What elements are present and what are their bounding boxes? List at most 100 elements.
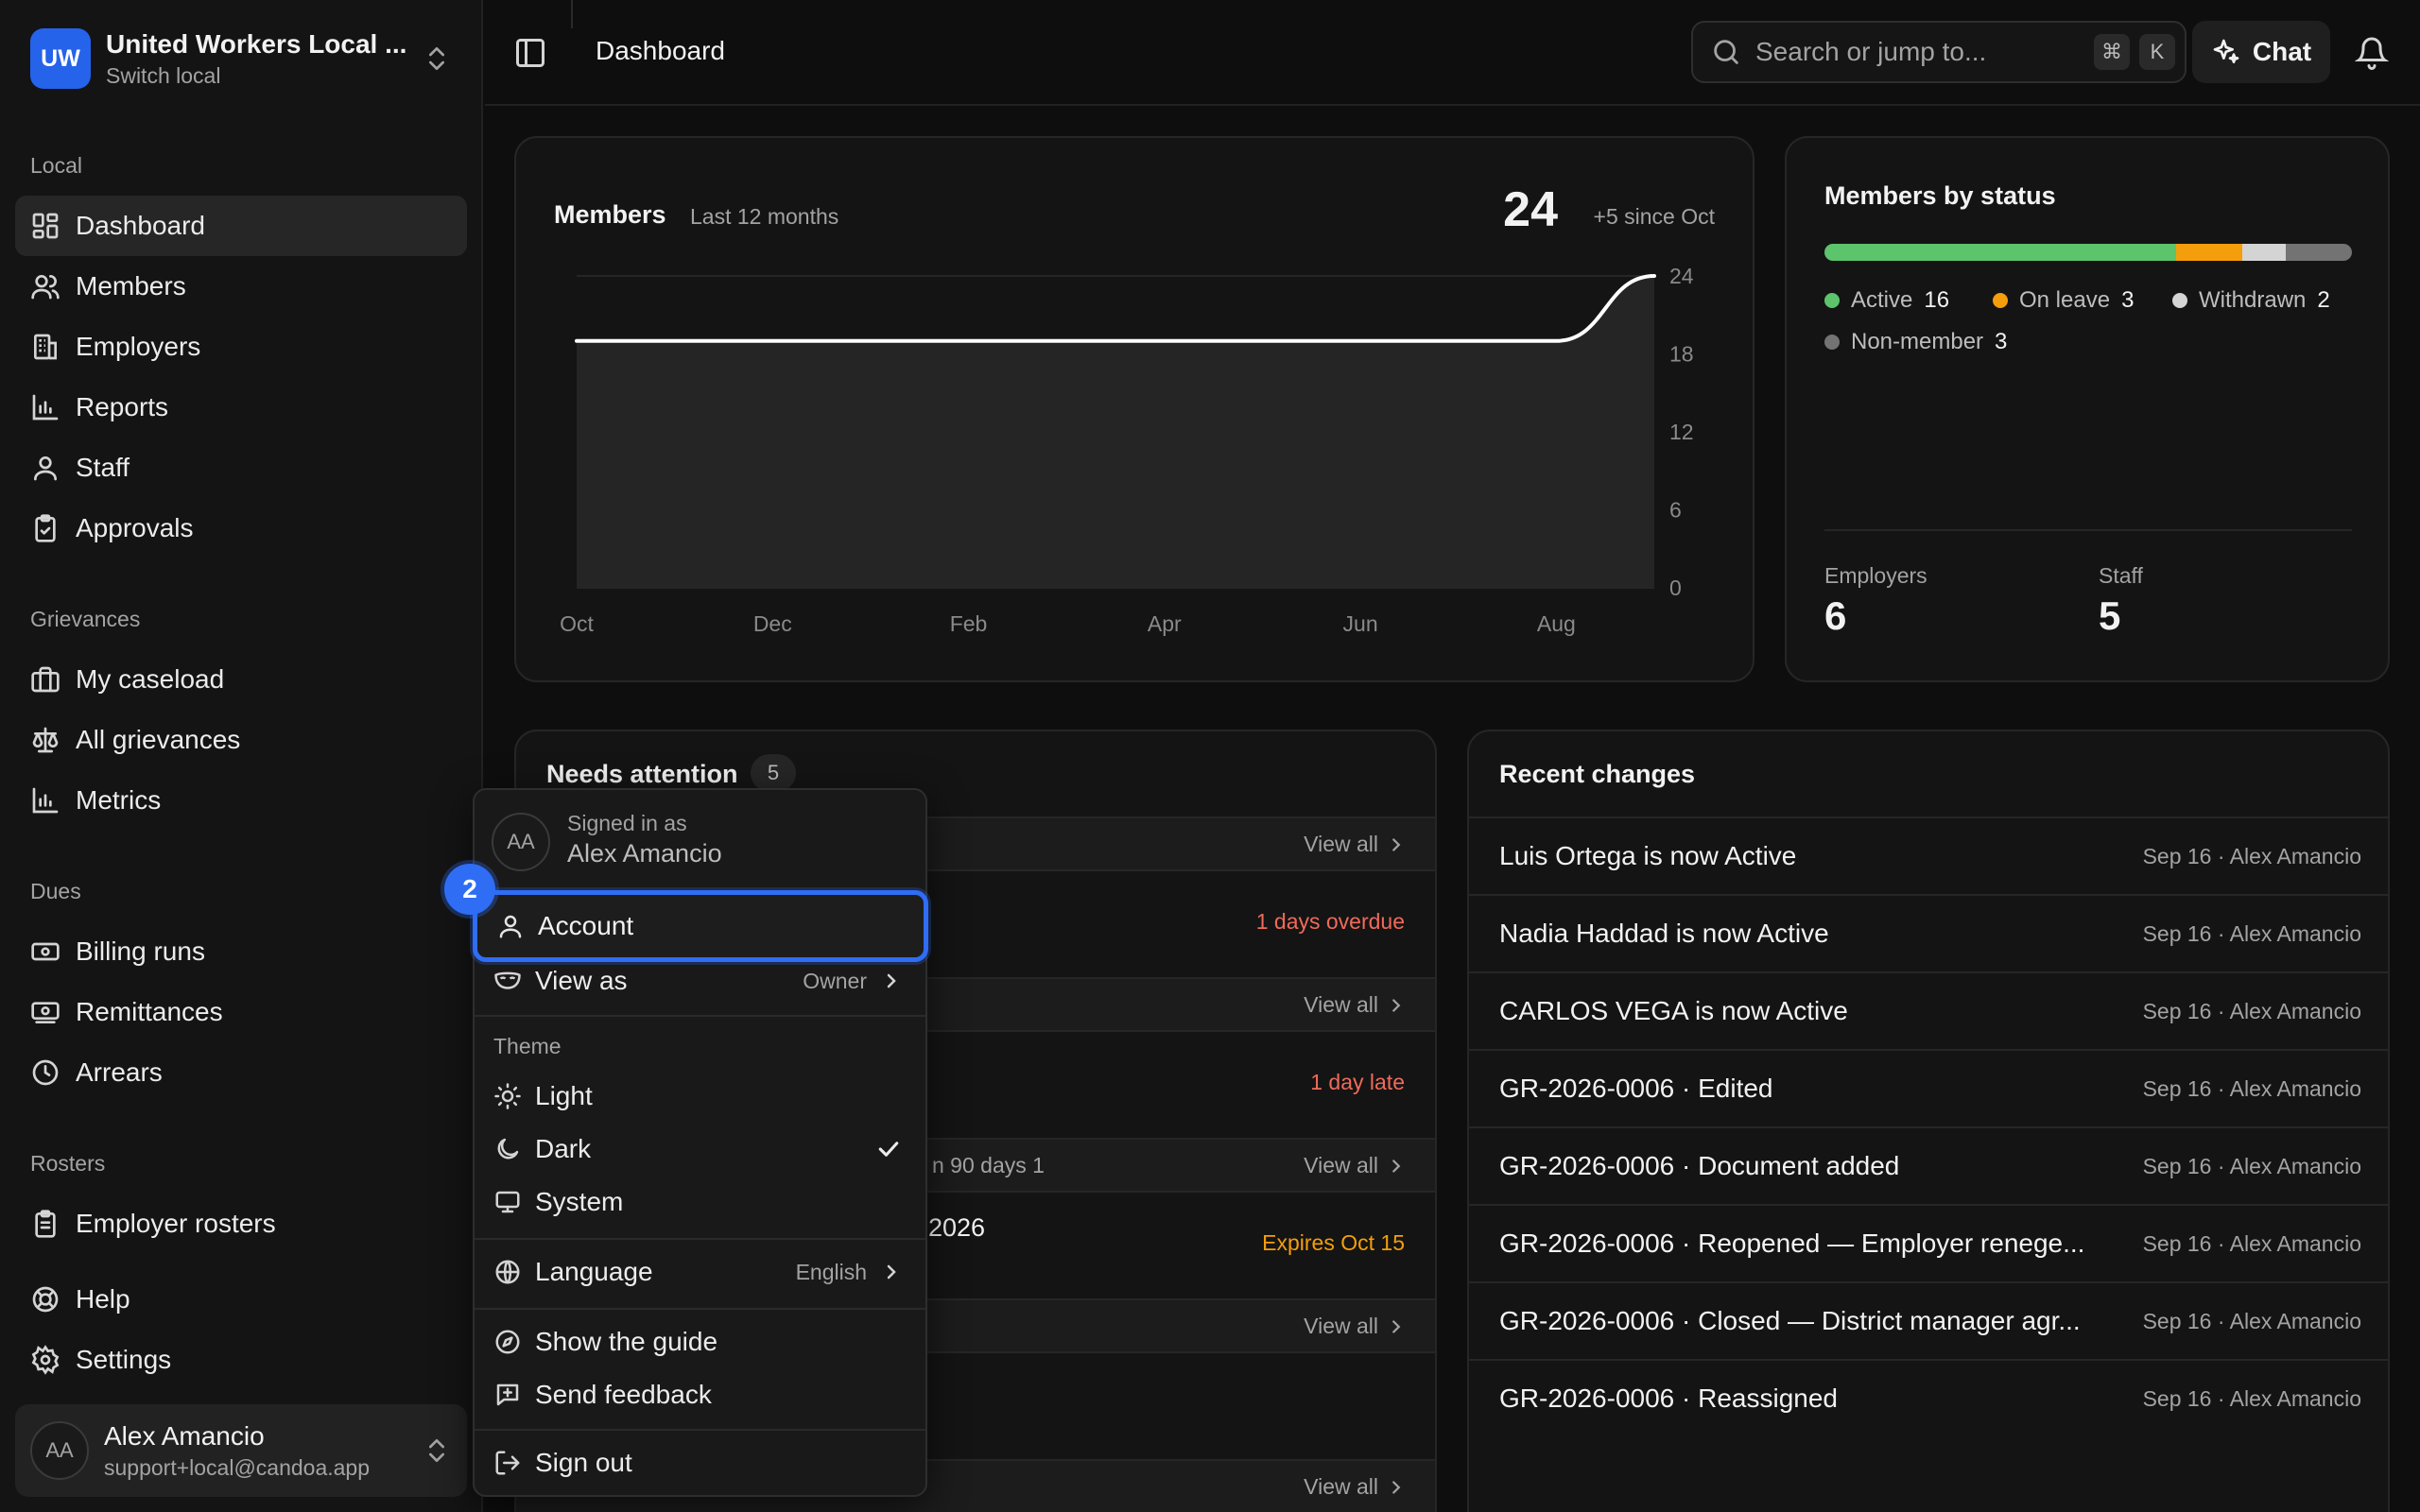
menu-item-send-feedback[interactable]: Send feedback xyxy=(482,1368,920,1421)
nav-label: Dashboard xyxy=(76,211,205,240)
menu-divider xyxy=(475,1238,925,1240)
nav-label: Members xyxy=(76,271,186,301)
list-item[interactable]: Nadia Haddad is now Active Sep 16 · Alex … xyxy=(1469,894,2388,971)
change-text: Nadia Haddad is now Active xyxy=(1499,919,1829,948)
x-tick-label: Dec xyxy=(753,611,792,636)
user-icon xyxy=(496,912,525,940)
signed-in-label: Signed in as xyxy=(567,811,687,835)
attention-item-text[interactable]: 2026 xyxy=(928,1213,985,1243)
view-all-link[interactable]: View all xyxy=(1304,832,1407,857)
area-fill xyxy=(577,276,1654,588)
attention-status[interactable]: 1 days overdue xyxy=(1256,909,1405,935)
clipboard-list-icon xyxy=(30,1209,60,1239)
list-item[interactable]: GR-2026-0006 · Document added Sep 16 · Al… xyxy=(1469,1126,2388,1204)
members-by-status-card: Members by status Active 16 On leave 3 W… xyxy=(1785,136,2390,682)
nav-item-all-grievances[interactable]: All grievances xyxy=(15,710,467,770)
nav-label: Approvals xyxy=(76,513,194,542)
section-label-local: Local xyxy=(30,153,82,178)
org-switcher[interactable]: UW United Workers Local ... Switch local xyxy=(15,13,467,104)
nav-item-staff[interactable]: Staff xyxy=(15,438,467,498)
menu-item-language[interactable]: Language English xyxy=(482,1246,920,1298)
view-all-link[interactable]: View all xyxy=(1304,1474,1407,1500)
view-all-link[interactable]: View all xyxy=(1304,992,1407,1018)
y-tick-label: 18 xyxy=(1669,342,1694,367)
nav-item-approvals[interactable]: Approvals xyxy=(15,498,467,558)
bell-icon[interactable] xyxy=(2355,36,2389,70)
attention-count-badge: 5 xyxy=(751,754,796,792)
chat-label: Chat xyxy=(2252,37,2312,66)
clock-icon xyxy=(30,1057,60,1088)
header-divider xyxy=(571,0,573,28)
menu-item-theme-dark[interactable]: Dark xyxy=(482,1123,920,1176)
org-subtitle: Switch local xyxy=(106,62,221,88)
nav-item-reports[interactable]: Reports xyxy=(15,377,467,438)
nav-item-employer-rosters[interactable]: Employer rosters xyxy=(15,1194,467,1254)
user-menu-trigger[interactable]: AA Alex Amancio support+local@candoa.app xyxy=(15,1404,467,1497)
nav-item-members[interactable]: Members xyxy=(15,256,467,317)
menu-item-account[interactable]: Account xyxy=(473,890,928,962)
list-item[interactable]: GR-2026-0006 · Reopened — Employer reneg… xyxy=(1469,1204,2388,1281)
nav-item-settings[interactable]: Settings xyxy=(15,1330,467,1390)
nav-item-help[interactable]: Help xyxy=(15,1269,467,1330)
status-divider xyxy=(1824,529,2352,531)
dashboard-icon xyxy=(30,211,60,241)
chevron-right-icon xyxy=(1386,1477,1407,1498)
attention-status[interactable]: 1 day late xyxy=(1310,1070,1405,1095)
scale-icon xyxy=(30,725,60,755)
nav-item-metrics[interactable]: Metrics xyxy=(15,770,467,831)
nav-item-dashboard[interactable]: Dashboard xyxy=(15,196,467,256)
menu-item-label: Sign out xyxy=(535,1448,632,1477)
menu-item-theme-system[interactable]: System xyxy=(482,1176,920,1228)
message-plus-icon xyxy=(493,1381,522,1409)
list-item[interactable]: GR-2026-0006 · Edited Sep 16 · Alex Amanc… xyxy=(1469,1049,2388,1126)
change-text: GR-2026-0006 · Closed — District manager… xyxy=(1499,1306,2081,1335)
log-out-icon xyxy=(493,1449,522,1477)
chevron-right-icon xyxy=(1386,834,1407,855)
view-all-label: View all xyxy=(1304,832,1378,856)
menu-item-view-as[interactable]: View as Owner xyxy=(482,954,920,1007)
nav-item-my-caseload[interactable]: My caseload xyxy=(15,649,467,710)
sidebar-toggle-icon[interactable] xyxy=(513,36,547,70)
status-bar-segment xyxy=(2286,244,2352,261)
view-all-link[interactable]: View all xyxy=(1304,1314,1407,1339)
status-bar-segment xyxy=(2241,244,2287,261)
legend-count: 2 xyxy=(2317,287,2330,313)
list-item[interactable]: CARLOS VEGA is now Active Sep 16 · Alex A… xyxy=(1469,971,2388,1049)
chat-button[interactable]: Chat xyxy=(2192,21,2330,83)
list-item[interactable]: GR-2026-0006 · Closed — District manager… xyxy=(1469,1281,2388,1359)
life-buoy-icon xyxy=(30,1284,60,1314)
y-tick-label: 6 xyxy=(1669,498,1682,523)
menu-divider xyxy=(475,1015,925,1017)
list-item[interactable]: Luis Ortega is now Active Sep 16 · Alex A… xyxy=(1469,816,2388,894)
view-all-label: View all xyxy=(1304,1474,1378,1499)
step-badge: 2 xyxy=(444,864,495,915)
members-title: Members xyxy=(554,200,666,229)
nav-item-arrears[interactable]: Arrears xyxy=(15,1042,467,1103)
list-item[interactable]: GR-2026-0006 · Reassigned Sep 16 · Alex A… xyxy=(1469,1359,2388,1436)
user-info: Alex Amancio support+local@candoa.app xyxy=(104,1421,422,1481)
users-icon xyxy=(30,271,60,301)
menu-item-sign-out[interactable]: Sign out xyxy=(482,1436,920,1489)
org-text: United Workers Local ... Switch local xyxy=(106,29,422,89)
members-subtitle: Last 12 months xyxy=(690,204,839,229)
menu-item-label: Light xyxy=(535,1081,593,1110)
menu-item-label: System xyxy=(535,1187,624,1216)
menu-item-show-guide[interactable]: Show the guide xyxy=(482,1315,920,1368)
nav-item-remittances[interactable]: Remittances xyxy=(15,982,467,1042)
x-tick-label: Oct xyxy=(560,611,594,636)
view-all-link[interactable]: View all xyxy=(1304,1153,1407,1178)
changes-list: Luis Ortega is now Active Sep 16 · Alex A… xyxy=(1469,816,2388,1436)
search-icon xyxy=(1710,36,1742,68)
change-meta: Sep 16 · Alex Amancio xyxy=(2142,998,2361,1023)
status-bar xyxy=(1824,244,2352,261)
change-text: Luis Ortega is now Active xyxy=(1499,841,1797,870)
nav-item-billing-runs[interactable]: Billing runs xyxy=(15,921,467,982)
status-bar-segment xyxy=(2176,244,2242,261)
series-line xyxy=(575,274,1656,343)
nav-item-employers[interactable]: Employers xyxy=(15,317,467,377)
search-input[interactable]: Search or jump to... ⌘ K xyxy=(1691,21,2187,83)
menu-divider xyxy=(475,1308,925,1310)
attention-status[interactable]: Expires Oct 15 xyxy=(1262,1230,1405,1256)
legend-dot xyxy=(1993,293,2008,308)
menu-item-theme-light[interactable]: Light xyxy=(482,1070,920,1123)
